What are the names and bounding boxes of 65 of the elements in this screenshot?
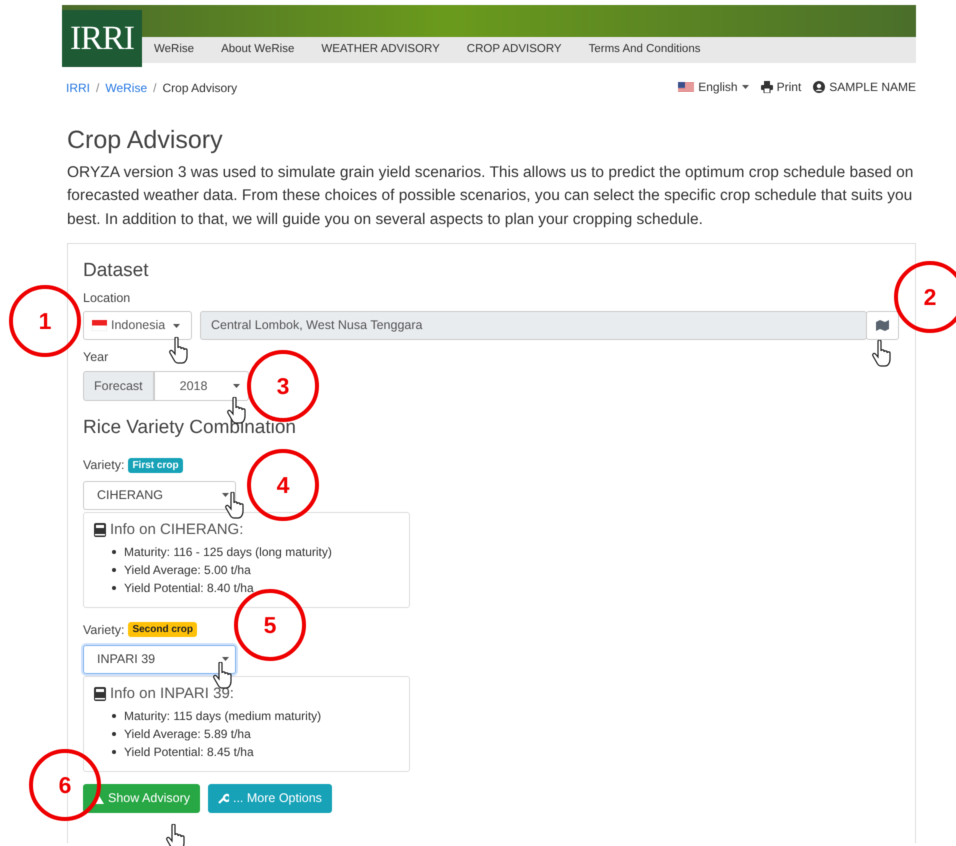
fact-item: Maturity: 116 - 125 days (long maturity) — [124, 544, 332, 561]
fact-item: Yield Potential: 8.45 t/ha — [124, 744, 254, 762]
flag-icon — [92, 320, 107, 332]
location-field[interactable]: Central Lombok, West Nusa Tenggara — [200, 311, 867, 340]
nav-link[interactable]: Terms And Conditions — [588, 41, 700, 59]
flag-icon — [678, 82, 694, 92]
breadcrumb-current: Crop Advisory — [162, 80, 238, 97]
callout-number: 3 — [247, 350, 319, 422]
user-icon — [813, 81, 826, 93]
intro-paragraph: ORYZA version 3 was used to simulate grain yield scenarios. This allows us to predict the optimum crop schedule based on forecasted weather data. From these choices of possible scenarios, you can select the specific crop schedule that suits you best. In addition to that, we will guide you on several aspects to plan your cropping schedule. — [67, 163, 914, 230]
print-link[interactable]: Print — [760, 78, 802, 96]
user-link[interactable]: SAMPLE NAME — [813, 78, 916, 96]
fact-item: Yield Average: 5.00 t/ha — [124, 562, 251, 579]
bullet-icon — [112, 568, 116, 572]
page-title: Crop Advisory — [67, 125, 224, 155]
bullet-icon — [112, 732, 116, 736]
nav-link[interactable]: About WeRise — [221, 41, 294, 59]
hand-cursor-icon — [212, 662, 233, 689]
bullet-icon — [112, 550, 116, 554]
hand-cursor-icon — [168, 337, 189, 364]
callout-number: 1 — [9, 285, 81, 357]
info-title: Info on CIHERANG: — [110, 520, 244, 539]
logo[interactable]: IRRI — [62, 10, 142, 67]
caret-icon — [173, 324, 180, 328]
hand-cursor-icon — [871, 340, 892, 367]
oryza-link[interactable]: ORYZA version 3 — [67, 164, 186, 181]
field-label: Variety: — [83, 622, 124, 639]
crop-tag: First crop — [128, 458, 183, 473]
nav-link[interactable]: CROP ADVISORY — [466, 41, 562, 59]
callout-number: 2 — [894, 261, 956, 333]
input-prefix: Forecast — [83, 371, 154, 402]
nav-link[interactable]: WEATHER ADVISORY — [321, 41, 440, 59]
caret-icon — [222, 492, 229, 498]
variety-dropdown[interactable]: INPARI 39 — [83, 645, 236, 674]
breadcrumb-separator: / — [96, 80, 100, 97]
book-icon — [94, 522, 106, 537]
book-icon — [94, 687, 106, 702]
bullet-icon — [112, 714, 116, 718]
map-icon — [876, 320, 889, 332]
nav-link[interactable]: WeRise — [154, 41, 194, 59]
map-button[interactable] — [866, 311, 899, 340]
info-title: Info on INPARI 39: — [110, 685, 234, 704]
callout-number: 4 — [247, 449, 319, 521]
hand-cursor-icon — [224, 492, 245, 519]
year-dropdown[interactable]: 2018 — [154, 371, 249, 402]
callout-number: 6 — [29, 749, 101, 821]
language-dropdown[interactable]: English — [678, 78, 749, 96]
print-icon — [760, 81, 773, 93]
bullet-icon — [112, 586, 116, 590]
bullet-icon — [112, 750, 116, 754]
field-label: Location — [83, 290, 130, 307]
section-heading: Dataset — [83, 260, 150, 283]
breadcrumb-link[interactable]: WeRise — [105, 79, 148, 97]
crop-tag: Second crop — [128, 622, 198, 638]
field-label: Year — [83, 349, 108, 366]
caret-icon — [742, 85, 749, 89]
field-label: Variety: — [83, 456, 124, 474]
fact-item: Maturity: 115 days (medium maturity) — [124, 708, 322, 726]
hand-cursor-icon — [165, 824, 186, 846]
variety-dropdown[interactable]: CIHERANG — [83, 480, 236, 510]
breadcrumb-separator: / — [153, 80, 156, 97]
breadcrumb-link[interactable]: IRRI — [66, 79, 90, 97]
country-dropdown[interactable]: Indonesia — [83, 311, 192, 340]
fact-item: Yield Average: 5.89 t/ha — [124, 726, 251, 744]
caret-icon — [232, 384, 240, 388]
